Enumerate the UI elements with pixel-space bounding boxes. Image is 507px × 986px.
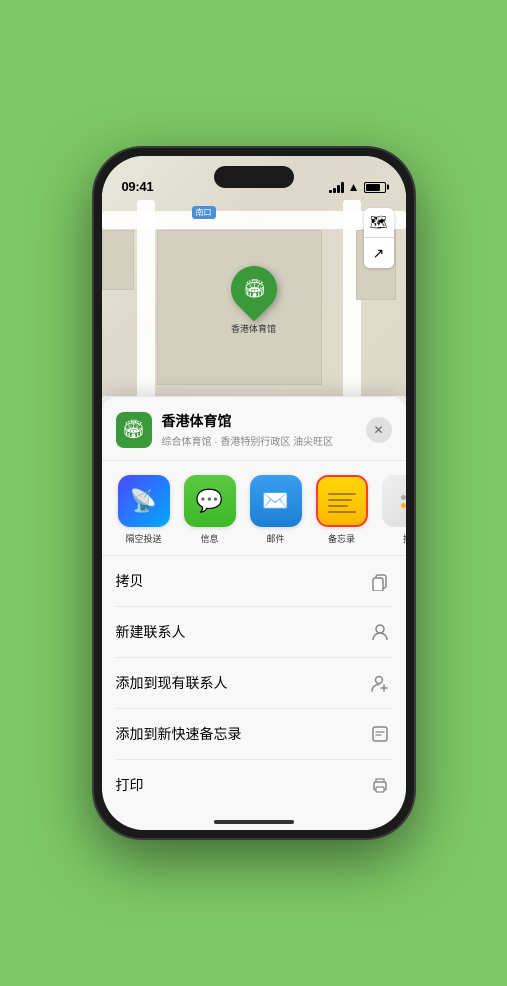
share-airdrop[interactable]: 📡 隔空投送 xyxy=(116,475,172,545)
wifi-icon: ▲ xyxy=(348,180,360,194)
notes-label: 备忘录 xyxy=(328,532,355,545)
action-copy[interactable]: 拷贝 xyxy=(116,556,392,607)
map-entrance-label: 南口 xyxy=(192,206,216,219)
copy-label: 拷贝 xyxy=(116,571,144,591)
map-type-button[interactable]: 🗺 xyxy=(364,208,394,238)
messages-label: 信息 xyxy=(200,532,218,545)
stadium-icon: 🏟 xyxy=(242,279,265,300)
location-pin: 🏟 香港体育馆 xyxy=(231,266,277,335)
share-messages[interactable]: 💬 信息 xyxy=(182,475,238,545)
add-notes-label: 添加到新快速备忘录 xyxy=(116,724,242,744)
venue-info: 香港体育馆 综合体育馆 · 香港特别行政区 油尖旺区 xyxy=(162,411,356,448)
more-label: 推 xyxy=(403,532,406,545)
status-icons: ▲ xyxy=(329,180,386,194)
print-label: 打印 xyxy=(116,775,144,795)
pin-label: 香港体育馆 xyxy=(231,322,276,335)
location-button[interactable]: ↗ xyxy=(364,238,394,268)
dynamic-island xyxy=(214,166,294,188)
action-add-notes[interactable]: 添加到新快速备忘录 xyxy=(116,709,392,760)
mail-icon: ✉️ xyxy=(250,475,302,527)
add-existing-label: 添加到现有联系人 xyxy=(116,673,228,693)
action-add-existing[interactable]: 添加到现有联系人 xyxy=(116,658,392,709)
notes-icon xyxy=(316,475,368,527)
venue-subtitle: 综合体育馆 · 香港特别行政区 油尖旺区 xyxy=(162,433,356,448)
phone-frame: 09:41 ▲ xyxy=(94,148,414,838)
pin-marker: 🏟 xyxy=(221,256,286,321)
share-more[interactable]: 推 xyxy=(380,475,406,545)
action-new-contact[interactable]: 新建联系人 xyxy=(116,607,392,658)
action-list: 拷贝 新建联系人 xyxy=(102,556,406,810)
close-button[interactable]: ✕ xyxy=(366,417,392,443)
signal-icon xyxy=(329,182,344,193)
status-time: 09:41 xyxy=(122,179,154,194)
person-icon xyxy=(368,620,392,644)
copy-icon xyxy=(368,569,392,593)
share-mail[interactable]: ✉️ 邮件 xyxy=(248,475,304,545)
airdrop-icon: 📡 xyxy=(118,475,170,527)
sheet-header: 🏟 香港体育馆 综合体育馆 · 香港特别行政区 油尖旺区 ✕ xyxy=(102,397,406,461)
more-icon xyxy=(382,475,406,527)
messages-icon: 💬 xyxy=(184,475,236,527)
airdrop-label: 隔空投送 xyxy=(125,532,161,545)
note-icon xyxy=(368,722,392,746)
person-add-icon xyxy=(368,671,392,695)
mail-label: 邮件 xyxy=(266,532,284,545)
action-print[interactable]: 打印 xyxy=(116,760,392,810)
bottom-sheet: 🏟 香港体育馆 综合体育馆 · 香港特别行政区 油尖旺区 ✕ 📡 隔空投送 xyxy=(102,397,406,830)
phone-screen: 09:41 ▲ xyxy=(102,156,406,830)
share-row: 📡 隔空投送 💬 信息 ✉️ 邮件 xyxy=(102,461,406,556)
new-contact-label: 新建联系人 xyxy=(116,622,186,642)
printer-icon xyxy=(368,773,392,797)
map-controls: 🗺 ↗ xyxy=(364,208,394,268)
battery-icon xyxy=(364,182,386,193)
venue-icon: 🏟 xyxy=(116,412,152,448)
share-notes[interactable]: 备忘录 xyxy=(314,475,370,545)
home-indicator xyxy=(214,820,294,824)
venue-name: 香港体育馆 xyxy=(162,411,356,431)
